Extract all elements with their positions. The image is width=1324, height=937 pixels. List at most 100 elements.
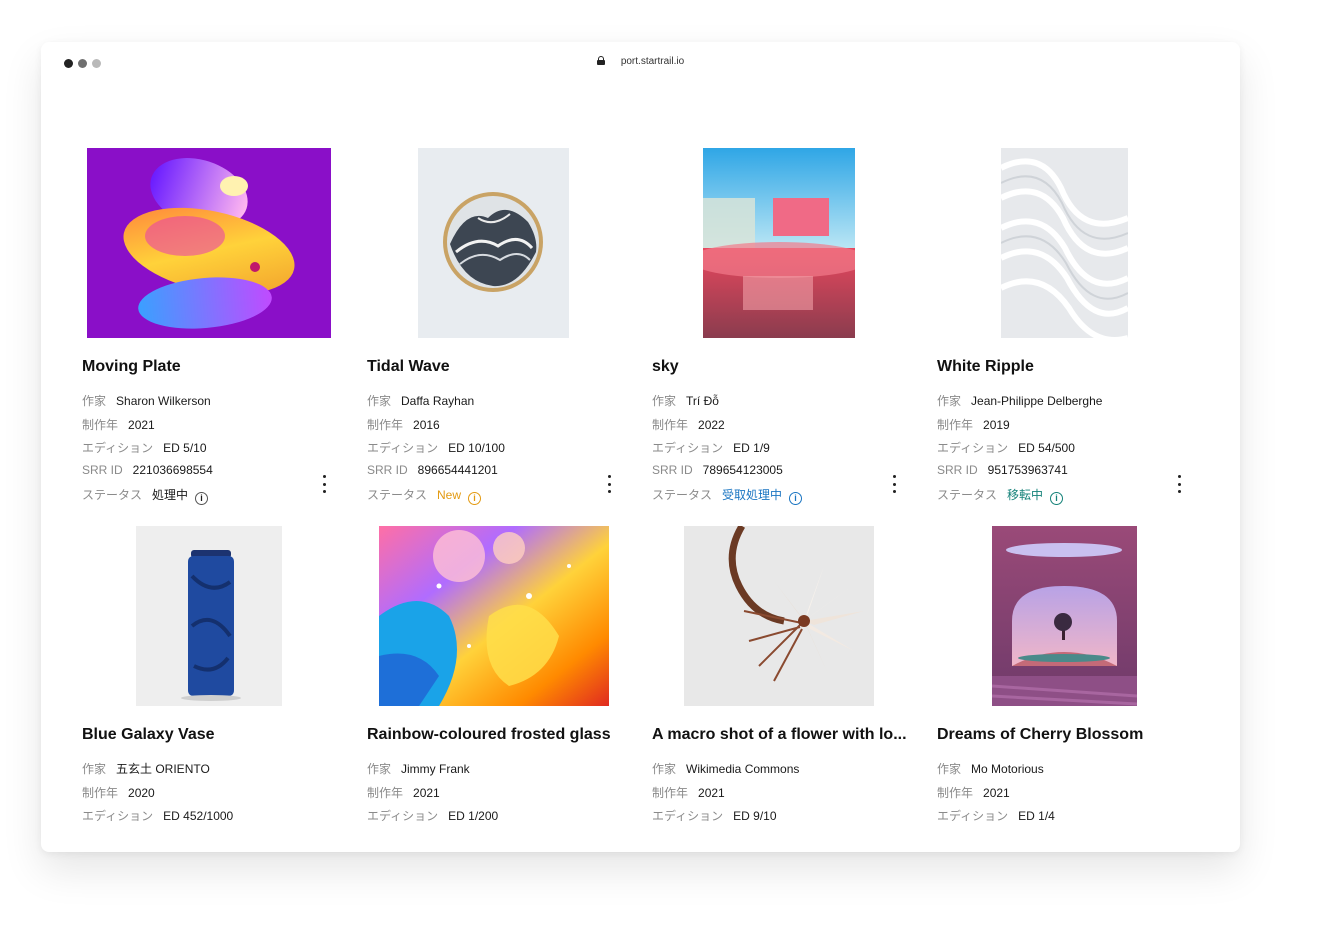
artwork-image[interactable] xyxy=(418,148,569,338)
artwork-image[interactable] xyxy=(1001,148,1128,338)
edition-label: エディション xyxy=(367,809,439,823)
year-value: 2022 xyxy=(698,418,725,432)
edition-value: ED 1/9 xyxy=(733,441,770,455)
edition-label: エディション xyxy=(652,809,724,823)
artist-row: 作家 Jean-Philippe Delberghe xyxy=(937,392,1102,409)
artist-label: 作家 xyxy=(937,394,962,408)
artwork-title[interactable]: Dreams of Cherry Blossom xyxy=(937,726,1217,744)
srr-value: 789654123005 xyxy=(702,463,783,477)
address-bar[interactable]: port.startrail.io xyxy=(41,56,1240,67)
edition-label: エディション xyxy=(367,441,439,455)
edition-value: ED 452/1000 xyxy=(163,809,234,823)
artwork-title[interactable]: Tidal Wave xyxy=(367,358,647,376)
year-value: 2019 xyxy=(983,418,1010,432)
artist-label: 作家 xyxy=(937,762,962,776)
status-row: ステータス 処理中 i xyxy=(82,486,209,505)
more-options-button[interactable] xyxy=(318,475,330,493)
url-text: port.startrail.io xyxy=(620,56,685,67)
srr-row: SRR ID 951753963741 xyxy=(937,463,1068,477)
artist-value: Mo Motorious xyxy=(971,762,1044,776)
status-label: ステータス xyxy=(367,488,428,502)
year-label: 制作年 xyxy=(937,786,974,800)
year-row: 制作年 2021 xyxy=(82,416,155,433)
artwork-title[interactable]: Rainbow-coloured frosted glass xyxy=(367,726,647,744)
year-label: 制作年 xyxy=(82,786,119,800)
artist-label: 作家 xyxy=(367,762,392,776)
edition-value: ED 1/200 xyxy=(448,809,499,823)
status-label: ステータス xyxy=(652,488,713,502)
edition-row: エディション ED 1/9 xyxy=(652,439,770,456)
year-row: 制作年 2019 xyxy=(937,416,1010,433)
srr-row: SRR ID 896654441201 xyxy=(367,463,498,477)
edition-row: エディション ED 1/4 xyxy=(937,807,1055,824)
edition-row: エディション ED 9/10 xyxy=(652,807,777,824)
artist-value: Jimmy Frank xyxy=(401,762,470,776)
artist-row: 作家 Daffa Rayhan xyxy=(367,392,474,409)
more-options-button[interactable] xyxy=(888,475,900,493)
artist-value: Wikimedia Commons xyxy=(686,762,800,776)
artist-row: 作家 五玄土 ORIENTO xyxy=(82,760,210,777)
year-value: 2021 xyxy=(413,786,440,800)
year-value: 2016 xyxy=(413,418,440,432)
artwork-image[interactable] xyxy=(379,526,609,706)
artwork-image[interactable] xyxy=(136,526,282,706)
status-label: ステータス xyxy=(937,488,998,502)
edition-row: エディション ED 54/500 xyxy=(937,439,1075,456)
year-value: 2020 xyxy=(128,786,155,800)
edition-label: エディション xyxy=(652,441,724,455)
artwork-title[interactable]: White Ripple xyxy=(937,358,1217,376)
info-icon[interactable]: i xyxy=(1050,492,1064,505)
edition-value: ED 54/500 xyxy=(1018,441,1075,455)
year-label: 制作年 xyxy=(652,786,689,800)
artist-row: 作家 Trí Đỗ xyxy=(652,392,719,409)
status-row: ステータス New i xyxy=(367,486,482,505)
artwork-image[interactable] xyxy=(684,526,874,706)
edition-row: エディション ED 452/1000 xyxy=(82,807,233,824)
status-value: New xyxy=(437,488,462,502)
edition-label: エディション xyxy=(937,441,1009,455)
artist-label: 作家 xyxy=(652,394,677,408)
artist-value: Trí Đỗ xyxy=(686,394,719,408)
edition-row: エディション ED 1/200 xyxy=(367,807,498,824)
status-row: ステータス 移転中 i xyxy=(937,486,1064,505)
artwork-image[interactable] xyxy=(87,148,331,338)
artwork-title[interactable]: A macro shot of a flower with lo... xyxy=(652,726,932,744)
year-row: 制作年 2022 xyxy=(652,416,725,433)
srr-row: SRR ID 221036698554 xyxy=(82,463,213,477)
artwork-title[interactable]: Moving Plate xyxy=(82,358,362,376)
artist-value: Daffa Rayhan xyxy=(401,394,475,408)
artwork-image[interactable] xyxy=(703,148,855,338)
edition-label: エディション xyxy=(937,809,1009,823)
more-options-button[interactable] xyxy=(603,475,615,493)
year-row: 制作年 2021 xyxy=(937,784,1010,801)
info-icon[interactable]: i xyxy=(195,492,209,505)
year-value: 2021 xyxy=(983,786,1010,800)
more-options-button[interactable] xyxy=(1173,475,1185,493)
srr-label: SRR ID xyxy=(367,463,408,477)
status-row: ステータス 受取処理中 i xyxy=(652,486,803,505)
artist-label: 作家 xyxy=(367,394,392,408)
year-row: 制作年 2021 xyxy=(652,784,725,801)
artist-value: 五玄土 ORIENTO xyxy=(116,762,210,776)
browser-window: port.startrail.io Moving Plate 作家 Sharon… xyxy=(41,42,1240,852)
edition-row: エディション ED 10/100 xyxy=(367,439,505,456)
artwork-image[interactable] xyxy=(992,526,1137,706)
artwork-title[interactable]: sky xyxy=(652,358,932,376)
title-bar: port.startrail.io xyxy=(41,42,1240,84)
year-row: 制作年 2016 xyxy=(367,416,440,433)
srr-value: 221036698554 xyxy=(132,463,213,477)
edition-value: ED 10/100 xyxy=(448,441,505,455)
info-icon[interactable]: i xyxy=(468,492,482,505)
srr-value: 951753963741 xyxy=(987,463,1068,477)
info-icon[interactable]: i xyxy=(789,492,803,505)
year-value: 2021 xyxy=(698,786,725,800)
year-label: 制作年 xyxy=(937,418,974,432)
edition-label: エディション xyxy=(82,809,154,823)
edition-label: エディション xyxy=(82,441,154,455)
year-label: 制作年 xyxy=(82,418,119,432)
artwork-title[interactable]: Blue Galaxy Vase xyxy=(82,726,362,744)
year-row: 制作年 2021 xyxy=(367,784,440,801)
status-label: ステータス xyxy=(82,488,143,502)
srr-label: SRR ID xyxy=(937,463,978,477)
artist-value: Sharon Wilkerson xyxy=(116,394,211,408)
